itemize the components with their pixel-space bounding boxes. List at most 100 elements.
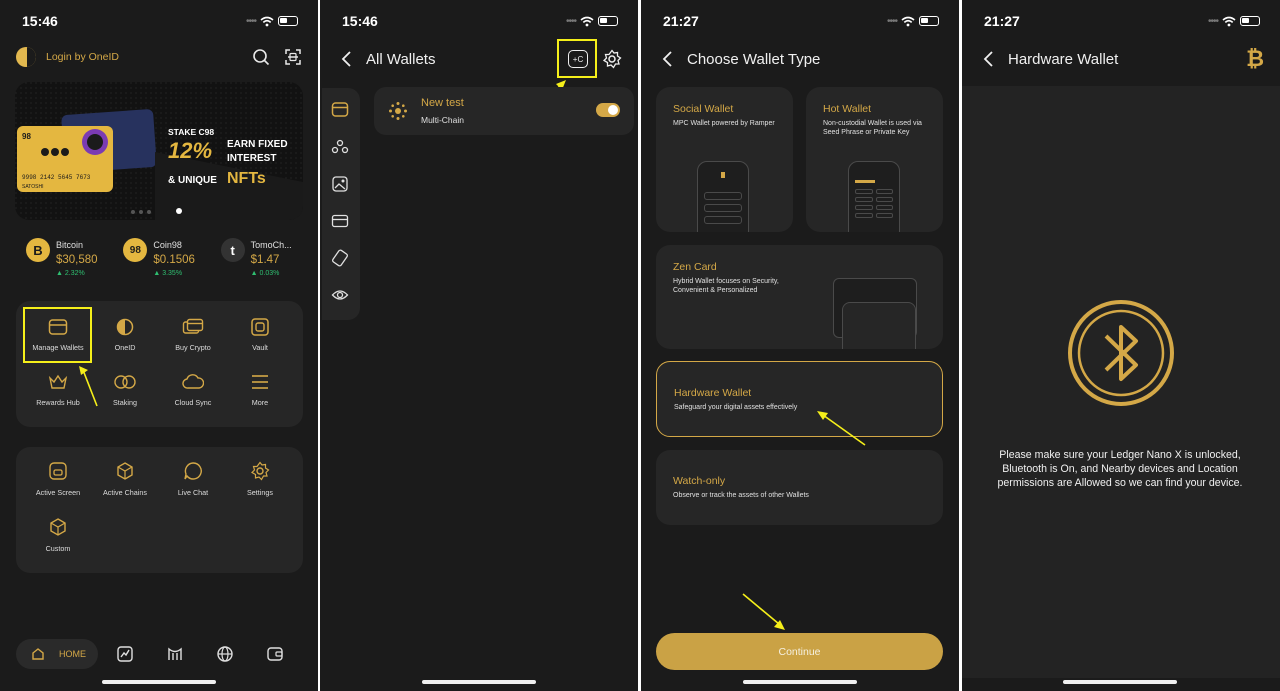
multichain-icon (389, 102, 407, 120)
promo-banner[interactable]: 98 9998 2142 5645 7673 SATOSHI STAKE C98… (15, 82, 303, 220)
gear-icon[interactable] (602, 49, 622, 69)
gear-icon (251, 461, 270, 481)
banner-unique: & UNIQUE (168, 175, 217, 186)
option-desc: Safeguard your digital assets effectivel… (674, 404, 798, 411)
home-indicator (1063, 680, 1177, 684)
chain-filter-sidebar (322, 88, 360, 320)
coin-item-tomochain[interactable]: t TomoCh... $1.47 ▲ 0.03% (220, 238, 308, 277)
wallet-nav-icon[interactable] (266, 645, 284, 663)
buy-crypto-button[interactable]: Buy Crypto (159, 318, 227, 352)
banner-card-brand: 98 (22, 132, 31, 141)
status-time: 15:46 (22, 13, 58, 29)
menu-label: Buy Crypto (175, 343, 211, 352)
bridge-icon[interactable] (166, 645, 184, 663)
hardware-connect-area (962, 86, 1280, 678)
nav-home-tab[interactable]: HOME (16, 639, 98, 669)
coin98-icon: 98 (123, 238, 148, 262)
battery-icon (1240, 16, 1260, 26)
battery-icon (919, 16, 939, 26)
title-bar: Choose Wallet Type (661, 45, 943, 73)
back-arrow-icon[interactable] (982, 50, 994, 68)
page-title: Choose Wallet Type (687, 50, 821, 68)
back-arrow-icon[interactable] (340, 50, 352, 68)
banner-stake: STAKE C98 (168, 127, 215, 137)
menu-label: Live Chat (177, 488, 209, 497)
coin-price: $0.1506 (153, 254, 195, 266)
phone-illustration (848, 161, 900, 232)
more-button[interactable]: More (226, 373, 294, 407)
eye-tab-icon[interactable] (331, 286, 349, 304)
settings-button[interactable]: Settings (226, 461, 294, 497)
custom-button[interactable]: Custom (24, 517, 92, 553)
header: Login by OneID (16, 45, 302, 69)
coin-change: ▲ 0.03% (250, 270, 280, 277)
wallet-tab-icon[interactable] (331, 101, 349, 119)
coin-price: $30,580 (56, 254, 98, 266)
coin-name: TomoCh... (250, 240, 292, 250)
title-bar: Hardware Wallet ₿ (982, 45, 1264, 73)
coin-item-coin98[interactable]: 98 Coin98 $0.1506 ▲ 3.35% (123, 238, 210, 277)
scan-icon[interactable] (284, 48, 302, 66)
cube-icon (50, 518, 66, 536)
cloud-sync-button[interactable]: Cloud Sync (159, 373, 227, 407)
search-icon[interactable] (252, 48, 270, 66)
vault-icon (251, 318, 269, 336)
banner-percent: 12% (168, 138, 213, 163)
pointer-arrow-icon (742, 593, 785, 630)
option-desc: Hybrid Wallet focuses on Security, Conve… (673, 278, 779, 295)
status-time: 21:27 (663, 13, 699, 29)
crown-icon (48, 374, 68, 389)
bitcoin-icon: ₿ (1246, 46, 1264, 71)
ticket-tab-icon[interactable] (331, 249, 349, 267)
banner-art-icon (15, 82, 303, 220)
vault-button[interactable]: Vault (226, 318, 294, 352)
wifi-icon (260, 16, 274, 26)
home-icon (32, 648, 44, 660)
image-tab-icon[interactable] (331, 175, 349, 193)
coin-change: ▲ 3.35% (153, 270, 183, 277)
chart-icon[interactable] (116, 645, 134, 663)
page-title: Hardware Wallet (1008, 50, 1119, 68)
active-chains-button[interactable]: Active Chains (91, 461, 159, 497)
signal-icon: •••• (245, 15, 257, 27)
active-screen-button[interactable]: Active Screen (24, 461, 92, 497)
wifi-icon (1222, 16, 1236, 26)
live-chat-button[interactable]: Live Chat (159, 461, 227, 497)
status-bar: 15:46 •••• (22, 12, 298, 30)
banner-nfts: NFTs (227, 170, 266, 187)
home-indicator (743, 680, 857, 684)
hardware-wallet-option[interactable]: Hardware Wallet Safeguard your digital a… (656, 361, 943, 437)
menu-label: OneID (114, 343, 136, 352)
continue-button[interactable]: Continue (656, 633, 943, 670)
oneid-logo-icon (16, 47, 36, 67)
option-title: Social Wallet (673, 103, 734, 115)
login-oneid-link[interactable]: Login by OneID (46, 51, 119, 63)
hot-wallet-option[interactable]: Hot Wallet Non-custodial Wallet is used … (806, 87, 943, 232)
menu-label: Active Screen (35, 488, 81, 497)
highlight-box (557, 39, 597, 78)
coin-item-bitcoin[interactable]: B Bitcoin $30,580 ▲ 2.32% (26, 238, 113, 277)
option-desc: Observe or track the assets of other Wal… (673, 492, 809, 499)
battery-icon (278, 16, 298, 26)
status-time: 21:27 (984, 13, 1020, 29)
wifi-icon (901, 16, 915, 26)
globe-icon[interactable] (216, 645, 234, 663)
pointer-arrow-icon (79, 366, 98, 407)
wallet-type: Multi-Chain (421, 115, 464, 125)
home-indicator (422, 680, 536, 684)
oneid-button[interactable]: OneID (91, 318, 159, 352)
contacts-tab-icon[interactable] (331, 138, 349, 156)
social-wallet-option[interactable]: Social Wallet MPC Wallet powered by Ramp… (656, 87, 793, 232)
coin-name: Bitcoin (56, 240, 84, 250)
wallet-list-item[interactable]: New test Multi-Chain (374, 87, 634, 135)
battery-icon (598, 16, 618, 26)
highlight-box (23, 307, 92, 363)
wallet-toggle[interactable] (596, 103, 620, 117)
screen-home: 15:46 •••• Login by OneID 98 9998 2142 5… (0, 0, 318, 691)
card-tab-icon[interactable] (331, 212, 349, 230)
option-title: Hardware Wallet (674, 387, 752, 399)
zen-card-option[interactable]: Zen Card Hybrid Wallet focuses on Securi… (656, 245, 943, 349)
back-arrow-icon[interactable] (661, 50, 673, 68)
watch-only-option[interactable]: Watch-only Observe or track the assets o… (656, 450, 943, 525)
option-title: Hot Wallet (823, 103, 872, 115)
